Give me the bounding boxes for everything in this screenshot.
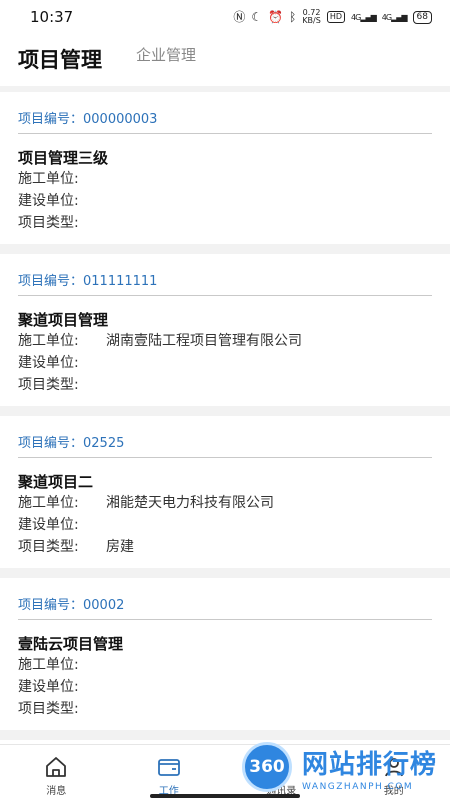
nfc-icon: Ⓝ xyxy=(233,10,246,24)
network-speed: 0.72 KB/S xyxy=(302,8,321,25)
project-type-row: 项目类型: xyxy=(18,701,79,717)
project-type-row: 项目类型: xyxy=(18,215,79,231)
signal-icon-2: 4G▂▄▆ xyxy=(381,12,408,22)
project-name: 聚道项目管理 xyxy=(18,311,109,329)
project-number: 00002 xyxy=(83,598,125,613)
construction-unit-row: 施工单位: xyxy=(18,171,79,187)
watermark-logo: 360 xyxy=(242,742,292,792)
project-name: 项目管理三级 xyxy=(18,149,109,167)
alarm-icon: ⏰ xyxy=(268,10,284,24)
home-icon xyxy=(46,757,67,777)
moon-icon: ☾ xyxy=(251,10,263,24)
project-number: 02525 xyxy=(83,436,125,451)
builder-unit-row: 建设单位: xyxy=(18,193,79,209)
project-number-row: 项目编号： 011111111 xyxy=(18,254,432,296)
hd-badge: HD xyxy=(326,11,346,23)
watermark-subtitle: WANGZHANPH.COM xyxy=(302,782,414,792)
header: 项目管理 企业管理 xyxy=(0,34,450,86)
project-card[interactable]: 项目编号： 00002 壹陆云项目管理 施工单位: 建设单位: 项目类型: xyxy=(0,578,450,730)
builder-unit-row: 建设单位: xyxy=(18,355,79,371)
status-bar: 10:37 Ⓝ ☾ ⏰ ᛒ 0.72 KB/S HD 4G▂▄▆ 4G▂▄▆ 6… xyxy=(0,0,450,34)
project-number-label: 项目编号： xyxy=(18,274,84,289)
project-card[interactable]: 项目编号： 011111111 聚道项目管理 施工单位: 湖南壹陆工程项目管理有限… xyxy=(0,254,450,406)
watermark-title: 网站排行榜 xyxy=(302,750,438,780)
project-number-label: 项目编号： xyxy=(18,436,84,451)
project-name: 聚道项目二 xyxy=(18,473,94,491)
nav-work[interactable]: 工作 xyxy=(113,745,226,800)
builder-unit-row: 建设单位: xyxy=(18,679,79,695)
project-number-label: 项目编号： xyxy=(18,112,84,127)
builder-unit-row: 建设单位: xyxy=(18,517,79,533)
status-time: 10:37 xyxy=(30,8,74,26)
construction-unit-row: 施工单位: xyxy=(18,657,79,673)
battery-icon: 68 xyxy=(412,10,432,24)
tab-enterprise-management[interactable]: 企业管理 xyxy=(136,44,196,65)
signal-icon: 4G▂▄▆ xyxy=(351,12,377,22)
project-number-label: 项目编号： xyxy=(18,598,84,613)
project-type-row: 项目类型: xyxy=(18,377,79,393)
project-number: 011111111 xyxy=(83,274,158,289)
project-number-row: 项目编号： 02525 xyxy=(18,416,432,458)
project-number: 000000003 xyxy=(83,112,158,127)
bluetooth-icon: ᛒ xyxy=(289,10,297,24)
status-icons: Ⓝ ☾ ⏰ ᛒ 0.72 KB/S HD 4G▂▄▆ 4G▂▄▆ 68 xyxy=(233,9,432,25)
project-number-row: 项目编号： 00002 xyxy=(18,578,432,620)
folder-icon xyxy=(157,759,180,776)
project-list: 项目编号： 000000003 项目管理三级 施工单位: 建设单位: 项目类型:… xyxy=(0,92,450,760)
nav-messages[interactable]: 消息 xyxy=(0,745,113,800)
construction-unit-row: 施工单位: 湘能楚天电力科技有限公司 xyxy=(18,495,274,511)
project-number-row: 项目编号： 000000003 xyxy=(18,92,432,134)
watermark: 360 网站排行榜 WANGZHANPH.COM xyxy=(240,738,450,800)
construction-unit-row: 施工单位: 湖南壹陆工程项目管理有限公司 xyxy=(18,333,302,349)
project-card[interactable]: 项目编号： 02525 聚道项目二 施工单位: 湘能楚天电力科技有限公司 建设单位… xyxy=(0,416,450,568)
project-name: 壹陆云项目管理 xyxy=(18,635,124,653)
tab-project-management[interactable]: 项目管理 xyxy=(18,44,102,74)
project-card[interactable]: 项目编号： 000000003 项目管理三级 施工单位: 建设单位: 项目类型: xyxy=(0,92,450,244)
project-type-row: 项目类型: 房建 xyxy=(18,539,134,555)
